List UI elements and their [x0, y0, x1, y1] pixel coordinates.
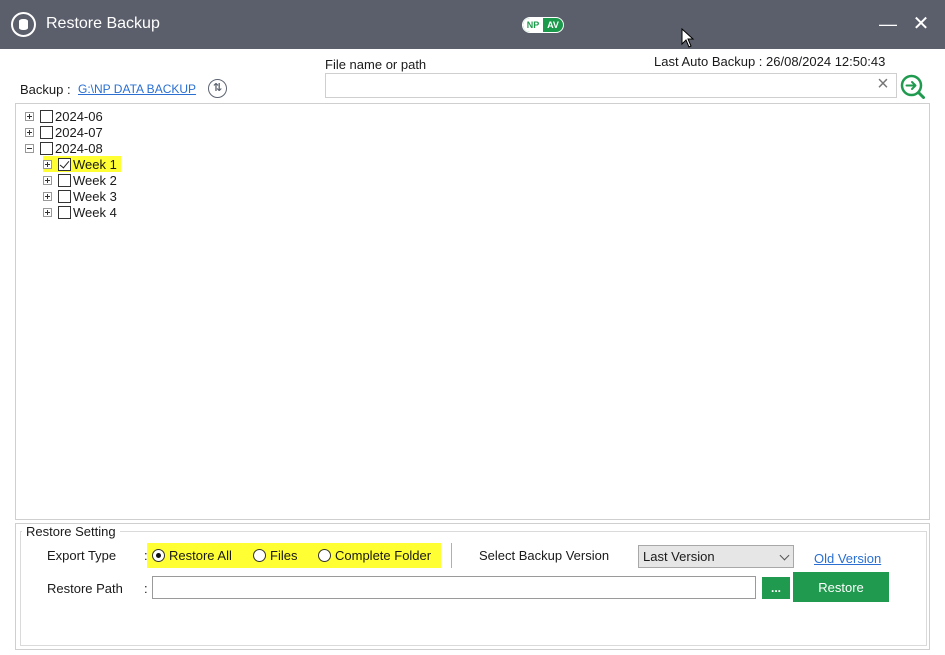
tree-checkbox-checked[interactable]	[58, 157, 71, 171]
tree-node-label: Week 4	[73, 204, 117, 220]
logo-np-text: NP	[523, 18, 543, 32]
restore-backup-icon	[11, 12, 36, 37]
tree-node-label: 2024-06	[55, 108, 103, 124]
last-auto-backup-text: Last Auto Backup : 26/08/2024 12:50:43	[654, 54, 886, 69]
radio-restore-all[interactable]: Restore All	[152, 548, 232, 563]
tree-node-label: 2024-08	[55, 140, 103, 156]
tree-checkbox[interactable]	[40, 141, 53, 155]
file-name-label: File name or path	[325, 57, 427, 72]
tree-node-label: Week 2	[73, 172, 117, 188]
export-type-radio-group: Restore All Files Complete Folder	[147, 543, 441, 568]
file-search-input[interactable]	[325, 73, 897, 98]
radio-icon[interactable]	[253, 549, 266, 562]
tree-node-2024-08[interactable]: 2024-08	[25, 140, 103, 156]
radio-selected-icon[interactable]	[152, 549, 165, 562]
backup-label: Backup :	[20, 82, 71, 97]
npav-logo: NP AV	[522, 17, 564, 33]
tree-node-label: Week 1	[73, 156, 117, 172]
expand-icon[interactable]	[43, 159, 52, 169]
clear-icon[interactable]: ×	[874, 74, 892, 96]
tree-checkbox[interactable]	[58, 205, 71, 219]
tree-node-week-2[interactable]: Week 2	[43, 172, 117, 188]
logo-av-text: AV	[547, 20, 559, 30]
old-version-link[interactable]: Old Version	[814, 551, 881, 566]
restore-settings-title: Restore Setting	[22, 524, 120, 539]
tree-node-2024-07[interactable]: 2024-07	[25, 124, 103, 140]
radio-icon[interactable]	[318, 549, 331, 562]
tree-checkbox[interactable]	[58, 189, 71, 203]
restore-path-colon: :	[144, 581, 148, 596]
backup-version-value: Last Version	[643, 549, 715, 564]
backup-tree[interactable]	[15, 103, 930, 520]
radio-label: Complete Folder	[335, 548, 432, 563]
tree-node-label: Week 3	[73, 188, 117, 204]
expand-icon[interactable]	[43, 191, 52, 201]
expand-icon[interactable]	[43, 207, 52, 217]
window-title: Restore Backup	[46, 15, 160, 32]
restore-path-input[interactable]	[152, 576, 756, 599]
tree-checkbox[interactable]	[40, 109, 53, 123]
restore-button[interactable]: Restore	[793, 572, 889, 602]
swap-icon[interactable]: ⇅	[208, 79, 227, 98]
title-bar: Restore Backup NP AV — ✕	[0, 0, 945, 49]
tree-node-label: 2024-07	[55, 124, 103, 140]
select-backup-version-label: Select Backup Version	[479, 548, 610, 563]
tree-node-week-3[interactable]: Week 3	[43, 188, 117, 204]
mouse-cursor-icon	[681, 28, 695, 48]
radio-label: Files	[270, 548, 298, 563]
tree-node-2024-06[interactable]: 2024-06	[25, 108, 103, 124]
browse-button[interactable]: ...	[762, 577, 790, 599]
tree-checkbox[interactable]	[40, 125, 53, 139]
expand-icon[interactable]	[43, 175, 52, 185]
export-type-label: Export Type	[47, 548, 117, 563]
tree-node-week-1[interactable]: Week 1	[43, 156, 121, 172]
radio-label: Restore All	[169, 548, 232, 563]
expand-icon[interactable]	[25, 111, 34, 121]
minimize-button[interactable]: —	[873, 10, 903, 38]
radio-files[interactable]: Files	[253, 548, 297, 563]
divider	[451, 543, 452, 568]
collapse-icon[interactable]	[25, 143, 34, 153]
search-go-icon[interactable]	[900, 74, 925, 99]
expand-icon[interactable]	[25, 127, 34, 137]
chevron-down-icon	[779, 550, 790, 561]
radio-complete-folder[interactable]: Complete Folder	[318, 548, 431, 563]
tree-node-week-4[interactable]: Week 4	[43, 204, 117, 220]
restore-path-label: Restore Path	[47, 581, 123, 596]
close-button[interactable]: ✕	[906, 10, 936, 38]
backup-path-link[interactable]: G:\NP DATA BACKUP	[78, 82, 196, 96]
backup-version-select[interactable]: Last Version	[638, 545, 794, 568]
tree-checkbox[interactable]	[58, 173, 71, 187]
